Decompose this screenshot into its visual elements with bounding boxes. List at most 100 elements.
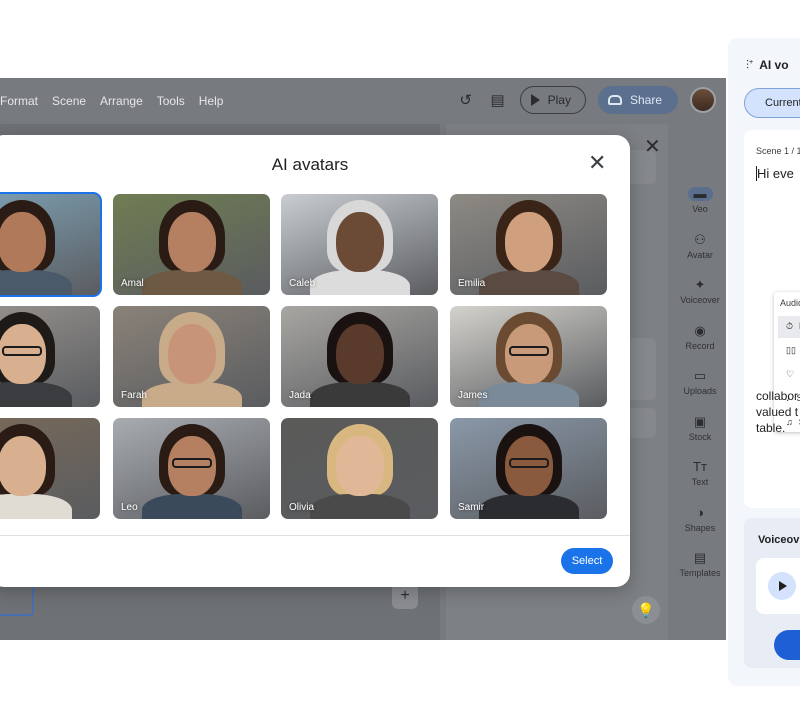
avatar-name: Emilia	[458, 278, 486, 289]
avatar-tile[interactable]: Caleb	[281, 194, 438, 295]
share-label: Share	[629, 93, 662, 107]
app-toolbar: Format Scene Arrange Tools Help ↺ ▤ Play…	[0, 78, 726, 124]
rail-item-avatar[interactable]: ⚇ Avatar	[676, 224, 724, 270]
screen: Format Scene Arrange Tools Help ↺ ▤ Play…	[0, 0, 800, 720]
rail-item-label: Shapes	[684, 522, 716, 533]
avatar-name: Samir	[458, 502, 485, 513]
avatar-tile[interactable]: Amal	[113, 194, 270, 295]
rail-item-stock[interactable]: ▣ Stock	[676, 406, 724, 452]
rail-item-label: Avatar	[687, 249, 713, 260]
avatar-body	[309, 494, 410, 519]
avatar-tile[interactable]: Jada	[281, 306, 438, 407]
play-button[interactable]: Play	[519, 86, 586, 114]
ai-avatars-dialog: AI avatars ✕ Amal Caleb Emilia Farah Jada Jam…	[0, 135, 630, 587]
audio-tag-item[interactable]: ▯▯Pa	[778, 340, 800, 362]
avatar-tile[interactable]	[0, 306, 100, 407]
shapes-icon: ◑	[696, 504, 704, 520]
emotion-icon: ♡	[786, 369, 795, 379]
rail-item-voiceover[interactable]: ✦ Voiceover	[676, 269, 724, 315]
avatar-name: Jada	[289, 390, 311, 401]
avatar-tile[interactable]: Samir	[450, 418, 607, 519]
record-icon: ◉	[694, 322, 706, 338]
ai-voiceover-panel: ⫶⁺ AI vo Current Scene 1 / 1 Hi eve Audio…	[728, 38, 800, 686]
generate-button[interactable]	[774, 630, 800, 660]
avatar-face	[0, 212, 46, 272]
rail-item-record[interactable]: ◉ Record	[676, 315, 724, 361]
rail-item-shapes[interactable]: ◑ Shapes	[676, 497, 724, 543]
tab-current[interactable]: Current	[744, 88, 800, 118]
audio-tag-item[interactable]: ♡Em	[778, 364, 800, 386]
script-line: valued t	[756, 405, 799, 419]
avatar-name: Farah	[121, 390, 148, 401]
avatar-face	[335, 436, 384, 496]
rail-item-label: Record	[685, 340, 715, 351]
panel-close-icon[interactable]: ✕	[644, 134, 661, 159]
avatar-body	[141, 382, 242, 407]
avatar-name: Caleb	[289, 278, 316, 289]
avatar-tile[interactable]: James	[450, 306, 607, 407]
glasses-shape	[1, 346, 42, 356]
avatar-body	[309, 382, 410, 407]
side-rail: ▬ Veo ⚇ Avatar ✦ Voiceover ◉ Record ▭ Uploads ▣ Sto…	[676, 178, 724, 588]
avatar-tile[interactable]	[0, 418, 100, 519]
avatar-body	[309, 270, 410, 295]
rail-item-label: Voiceover	[680, 295, 720, 306]
menu-bar: Format Scene Arrange Tools Help	[0, 94, 223, 108]
avatar-body	[141, 270, 242, 295]
script-text[interactable]: Hi eve	[756, 166, 794, 181]
stock-icon: ▣	[693, 413, 707, 429]
panel-title: AI vo	[759, 58, 789, 72]
share-button[interactable]: Share	[597, 86, 678, 114]
voiceover-section: Voiceov	[744, 518, 800, 668]
menu-format[interactable]: Format	[0, 94, 38, 108]
user-avatar[interactable]	[690, 87, 716, 113]
script-line: table.	[756, 421, 786, 435]
people-icon	[607, 95, 622, 105]
toolbar-actions: ↺ ▤ Play Share	[456, 86, 716, 114]
history-icon[interactable]: ↺	[456, 90, 476, 110]
folder-icon: ▭	[693, 368, 707, 384]
avatar-tile[interactable]: Emilia	[450, 194, 607, 295]
menu-help[interactable]: Help	[199, 94, 224, 108]
voiceover-wave-icon: ⫶⁺	[746, 58, 754, 72]
play-icon	[530, 94, 540, 106]
veo-icon: ▬	[687, 187, 713, 202]
menu-scene[interactable]: Scene	[52, 94, 86, 108]
menu-tools[interactable]: Tools	[157, 94, 185, 108]
templates-icon: ▤	[693, 550, 707, 566]
script-card: Scene 1 / 1 Hi eve Audio ta ⏱Pa▯▯Pa♡Em♪S…	[744, 130, 800, 508]
avatar-tile[interactable]: Leo	[113, 418, 270, 519]
avatar-name: Amal	[121, 278, 144, 289]
avatar-body	[478, 382, 579, 407]
rail-item-label: Veo	[692, 204, 708, 215]
avatar-tile[interactable]	[0, 192, 102, 297]
script-line: collabor	[756, 389, 799, 403]
select-button[interactable]: Select	[561, 548, 613, 574]
audio-tag-item[interactable]: ⏱Pa	[778, 316, 800, 338]
lightbulb-icon[interactable]: 💡	[632, 596, 660, 624]
avatar-body	[478, 494, 579, 519]
avatar-body	[141, 494, 242, 519]
menu-arrange[interactable]: Arrange	[100, 94, 143, 108]
avatar-tile[interactable]: Farah	[113, 306, 270, 407]
rail-item-templates[interactable]: ▤ Templates	[676, 542, 724, 588]
panel-header: ⫶⁺ AI vo	[746, 58, 789, 73]
script-body: collabor valued t table.	[756, 388, 800, 436]
avatar-name: James	[458, 390, 488, 401]
avatar-name: Olivia	[289, 502, 315, 513]
script-greeting: Hi eve	[757, 166, 794, 181]
voiceover-icon: ✦	[694, 277, 706, 293]
comment-icon[interactable]: ▤	[488, 90, 508, 110]
avatar-name: Leo	[121, 502, 138, 513]
avatar-icon: ⚇	[694, 231, 706, 247]
play-icon[interactable]	[768, 572, 796, 600]
audio-tag-header: Audio ta	[780, 298, 800, 308]
avatar-tile[interactable]: Olivia	[281, 418, 438, 519]
rail-item-uploads[interactable]: ▭ Uploads	[676, 360, 724, 406]
avatar-face	[0, 436, 46, 496]
rail-item-text[interactable]: Tт Text	[676, 451, 724, 497]
close-icon[interactable]: ✕	[588, 152, 606, 174]
scene-label: Scene 1 / 1	[756, 146, 800, 156]
rail-item-veo[interactable]: ▬ Veo	[676, 178, 724, 224]
pause-icon: ▯▯	[786, 345, 796, 355]
